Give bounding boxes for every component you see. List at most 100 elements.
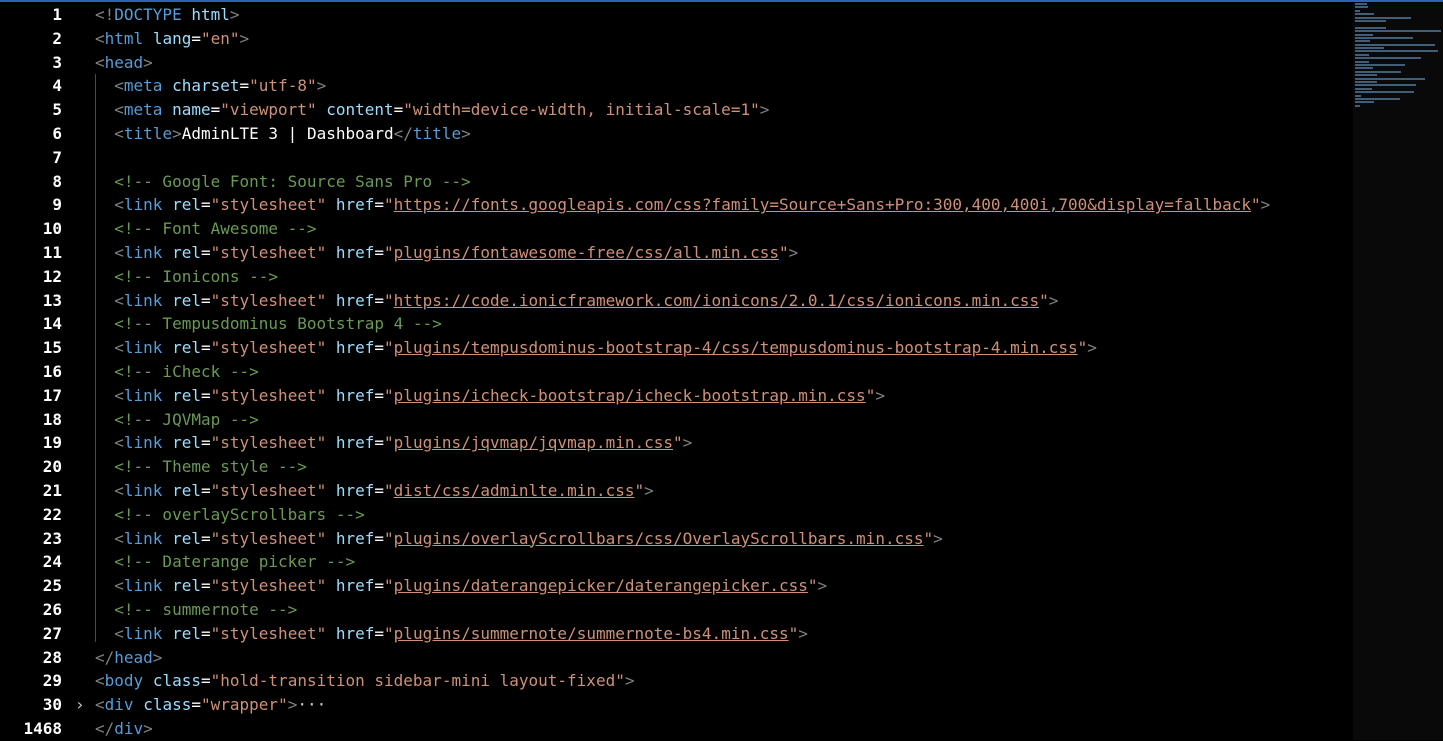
token-punct: < [95,695,105,715]
minimap[interactable] [1355,3,1443,143]
code-line[interactable]: <!-- JQVMap --> [95,408,1345,432]
token-link[interactable]: plugins/icheck-bootstrap/icheck-bootstra… [394,386,866,405]
token-text: = [374,242,385,262]
token-punct: > [239,28,250,48]
code-line[interactable]: </head> [95,646,1345,670]
line-number: 10 [0,217,90,241]
code-line[interactable]: <html lang="en"> [95,27,1345,51]
code-line[interactable]: <!-- Font Awesome --> [95,217,1345,241]
line-number-text: 1 [52,5,62,24]
token-link[interactable]: plugins/jqvmap/jqvmap.min.css [394,433,673,452]
code-area[interactable]: <!DOCTYPE html> <html lang="en"> <head> <m… [95,3,1345,741]
code-line[interactable]: <!-- Tempusdominus Bootstrap 4 --> [95,312,1345,336]
line-number: 1468 [0,717,90,741]
code-line[interactable]: <meta charset="utf-8"> [95,74,1345,98]
minimap-line [1355,40,1371,43]
token-link[interactable]: plugins/tempusdominus-bootstrap-4/css/te… [394,338,1078,357]
minimap-line [1355,26,1387,29]
code-editor[interactable]: 1 2 3 4 5 6 7 8 9 10 11 12 13 14 15 16 17 18 19 20 21 22 23 24 2… [0,0,1443,741]
code-line[interactable]: <!-- iCheck --> [95,360,1345,384]
token-link[interactable]: https://fonts.googleapis.com/css?family=… [394,195,1251,214]
token-link[interactable]: https://code.ionicframework.com/ionicons… [394,291,1039,310]
token-str: "stylesheet" [210,385,327,405]
token-tag: meta [123,76,163,96]
token-punct: < [114,433,124,453]
code-line[interactable]: <link rel="stylesheet" href="plugins/ove… [95,527,1345,551]
code-line[interactable]: <link rel="stylesheet" href="plugins/fon… [95,241,1345,265]
token-str: "en" [200,28,240,48]
code-line[interactable]: <!-- Theme style --> [95,455,1345,479]
minimap-line [1355,91,1415,94]
code-line[interactable]: <!-- Daterange picker --> [95,550,1345,574]
token-tag: link [123,480,163,500]
token-text: = [200,290,211,310]
line-number: 29 [0,669,90,693]
line-number-text: 13 [42,290,62,310]
code-line[interactable]: <meta name="viewport" content="width=dev… [95,98,1345,122]
token-link[interactable]: plugins/daterangepicker/daterangepicker.… [394,576,808,595]
line-number: 22 [0,503,90,527]
token-text: = [200,338,211,358]
code-line[interactable]: <link rel="stylesheet" href="plugins/tem… [95,336,1345,360]
token-str: "stylesheet" [210,290,327,310]
token-str: " [673,433,683,453]
token-link[interactable]: dist/css/adminlte.min.css [394,481,635,500]
fold-chevron-icon[interactable]: › [75,693,85,717]
code-line[interactable]: <title>AdminLTE 3 | Dashboard</title> [95,122,1345,146]
token-str: " [1039,290,1049,310]
code-line[interactable]: <body class="hold-transition sidebar-min… [95,669,1345,693]
token-str: "stylesheet" [210,195,327,215]
code-line[interactable]: <head> [95,51,1345,75]
editor-top-border [0,0,1443,2]
line-number-text: 14 [42,314,62,334]
code-line[interactable] [95,146,1345,170]
token-text: = [200,576,211,596]
line-number-text: 26 [42,599,62,619]
code-line[interactable]: <link rel="stylesheet" href="https://cod… [95,289,1345,313]
token-str: "stylesheet" [210,242,327,262]
token-str: " [384,338,394,358]
code-line[interactable]: <!-- Ionicons --> [95,265,1345,289]
code-line[interactable]: <!DOCTYPE html> [95,3,1345,27]
token-com: <!-- summernote --> [114,599,298,619]
token-punct: > [287,695,298,715]
code-line[interactable]: </div> [95,717,1345,741]
token-punct: < [114,480,124,500]
code-line[interactable]: <!-- overlayScrollbars --> [95,503,1345,527]
token-str: " [865,385,876,405]
code-line[interactable]: <link rel="stylesheet" href="plugins/sum… [95,622,1345,646]
token-attr: rel [172,528,201,548]
token-attr: content [326,100,394,120]
code-line[interactable]: <link rel="stylesheet" href="plugins/ich… [95,384,1345,408]
code-line[interactable]: <div class="wrapper">··· [95,693,1345,717]
code-line[interactable]: <link rel="stylesheet" href="dist/css/ad… [95,479,1345,503]
token-attr: rel [172,195,201,215]
token-punct: </ [393,123,413,143]
token-text: = [200,480,211,500]
code-line[interactable]: <link rel="stylesheet" href="plugins/dat… [95,574,1345,598]
token-link[interactable]: plugins/overlayScrollbars/css/OverlayScr… [394,529,924,548]
code-line[interactable]: <!-- summernote --> [95,598,1345,622]
minimap-line [1355,74,1378,77]
token-str: "stylesheet" [210,433,327,453]
code-line[interactable]: <link rel="stylesheet" href="plugins/jqv… [95,431,1345,455]
token-link[interactable]: plugins/fontawesome-free/css/all.min.css [394,243,779,262]
line-number-text: 19 [42,433,62,453]
line-number-text: 6 [52,123,62,143]
code-line[interactable]: <!-- Google Font: Source Sans Pro --> [95,170,1345,194]
token-link[interactable]: plugins/summernote/summernote-bs4.min.cs… [394,624,789,643]
token-punct: <! [95,5,115,24]
token-attr: class [143,695,192,715]
token-str: " [778,242,789,262]
line-number-text: 9 [52,195,62,215]
code-line[interactable]: <link rel="stylesheet" href="https://fon… [95,193,1345,217]
token-attr: rel [172,242,201,262]
token-text: = [200,195,211,215]
